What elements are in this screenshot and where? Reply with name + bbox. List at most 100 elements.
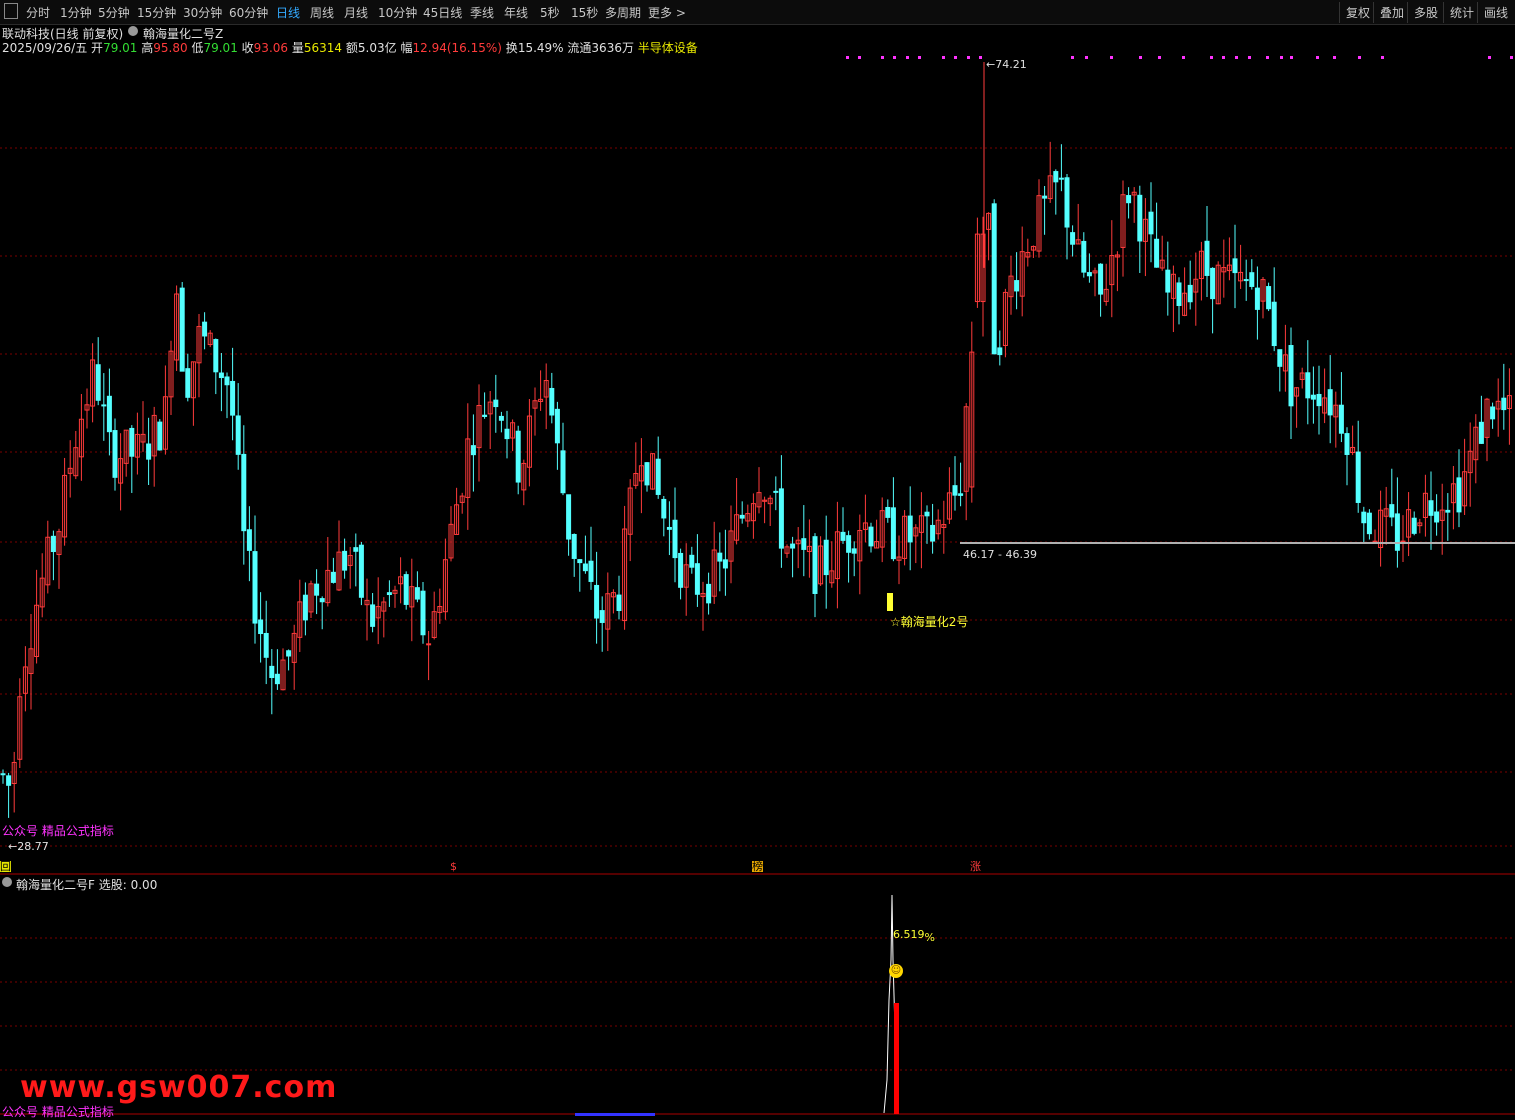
candle-body: [1014, 280, 1020, 292]
marker-dollar[interactable]: $: [450, 861, 457, 872]
candle-body: [414, 587, 420, 600]
candle-body: [1126, 195, 1132, 204]
candle-body: [1176, 282, 1182, 306]
candle-body: [549, 387, 555, 416]
candle-body: [666, 526, 672, 530]
top-marker-dot: [1110, 56, 1113, 59]
top-marker-dot: [942, 56, 945, 59]
candle-body: [644, 462, 650, 486]
candle-body: [1277, 349, 1283, 367]
candle-body: [269, 665, 275, 679]
candle-body: [846, 535, 852, 553]
candle-body: [930, 524, 936, 542]
candle-body: [1361, 511, 1367, 524]
candle-body: [1232, 258, 1238, 274]
candle-body: [426, 643, 432, 646]
top-marker-dot: [1280, 56, 1283, 59]
candle-body: [246, 529, 252, 551]
candle-body: [801, 538, 807, 550]
min-price-value: 28.77: [17, 840, 49, 853]
top-marker-dot: [1358, 56, 1361, 59]
candle-body: [218, 372, 224, 379]
candle-body: [515, 430, 521, 483]
top-marker-dot: [906, 56, 909, 59]
top-marker-dot: [1071, 56, 1074, 59]
candle-body: [1266, 286, 1272, 310]
max-price-label: ←74.21: [986, 58, 1027, 71]
sub-indicator-name: 翰海量化二号F: [16, 878, 95, 892]
candle-body: [1254, 287, 1260, 310]
candle-body: [717, 552, 723, 562]
candle-body: [319, 598, 325, 603]
candle-body: [577, 559, 583, 564]
candle-body: [689, 554, 695, 568]
candle-body: [890, 507, 896, 560]
candle-body: [1478, 421, 1484, 444]
main-promo-text: 公众号 精品公式指标: [2, 824, 114, 838]
candle-body: [885, 506, 891, 518]
candle-body: [1271, 301, 1277, 347]
candle-body: [1165, 269, 1171, 293]
candle-body: [991, 203, 997, 355]
candle-body: [302, 594, 308, 621]
top-marker-dot: [1235, 56, 1238, 59]
candle-body: [0, 773, 6, 776]
candle-body: [1366, 512, 1372, 535]
candle-body: [1098, 263, 1104, 295]
candle-body: [420, 590, 426, 636]
candle-body: [129, 427, 135, 457]
candle-body: [101, 404, 107, 407]
candle-body: [1081, 240, 1087, 273]
candle-body: [185, 368, 191, 398]
candle-body: [252, 551, 258, 624]
candle-body: [840, 531, 846, 541]
candle-body: [812, 536, 818, 594]
marker-zhang[interactable]: 涨: [970, 861, 981, 872]
candle-body: [1042, 195, 1048, 199]
candle-body: [50, 535, 56, 553]
marker-hui[interactable]: 回: [0, 861, 11, 872]
candle-body: [1501, 397, 1507, 411]
candle-body: [230, 380, 236, 416]
candle-body: [924, 511, 930, 517]
candle-body: [706, 583, 712, 604]
candle-body: [1344, 433, 1350, 455]
top-marker-dot: [918, 56, 921, 59]
top-marker-dot: [858, 56, 861, 59]
candle-body: [470, 445, 476, 456]
candle-body: [493, 399, 499, 408]
candle-body: [823, 539, 829, 576]
candle-body: [112, 430, 118, 478]
candle-body: [560, 450, 566, 494]
candle-body: [1310, 394, 1316, 400]
candle-body: [274, 673, 280, 685]
select-label: 选股:: [98, 878, 127, 892]
candle-body: [594, 584, 600, 619]
candle-body: [678, 552, 684, 588]
candle-body: [1355, 451, 1361, 503]
candle-body: [997, 347, 1003, 356]
candle-body: [1389, 504, 1395, 518]
candle-body: [1490, 406, 1496, 420]
candle-body: [952, 485, 958, 496]
candle-body: [330, 571, 336, 583]
candle-body: [672, 519, 678, 559]
marker-bang[interactable]: 榜: [752, 861, 763, 872]
candle-body: [588, 560, 594, 582]
candle-body: [1053, 171, 1059, 183]
candle-body: [1064, 177, 1070, 228]
select-value: 0.00: [130, 878, 158, 892]
bottom-scroll-indicator: [575, 1113, 655, 1116]
candle-body: [258, 619, 264, 635]
candle-body: [1204, 240, 1210, 276]
sub-indicator-toggle-icon[interactable]: [2, 877, 12, 887]
candle-body: [1305, 372, 1311, 399]
candle-body: [582, 563, 588, 572]
smiley-icon: ☺: [889, 964, 903, 978]
candle-body: [157, 421, 163, 451]
candle-body: [358, 544, 364, 598]
candle-body: [1445, 509, 1451, 513]
candle-body: [286, 650, 292, 657]
kline-chart[interactable]: [0, 0, 1515, 1120]
candle-body: [498, 415, 504, 421]
